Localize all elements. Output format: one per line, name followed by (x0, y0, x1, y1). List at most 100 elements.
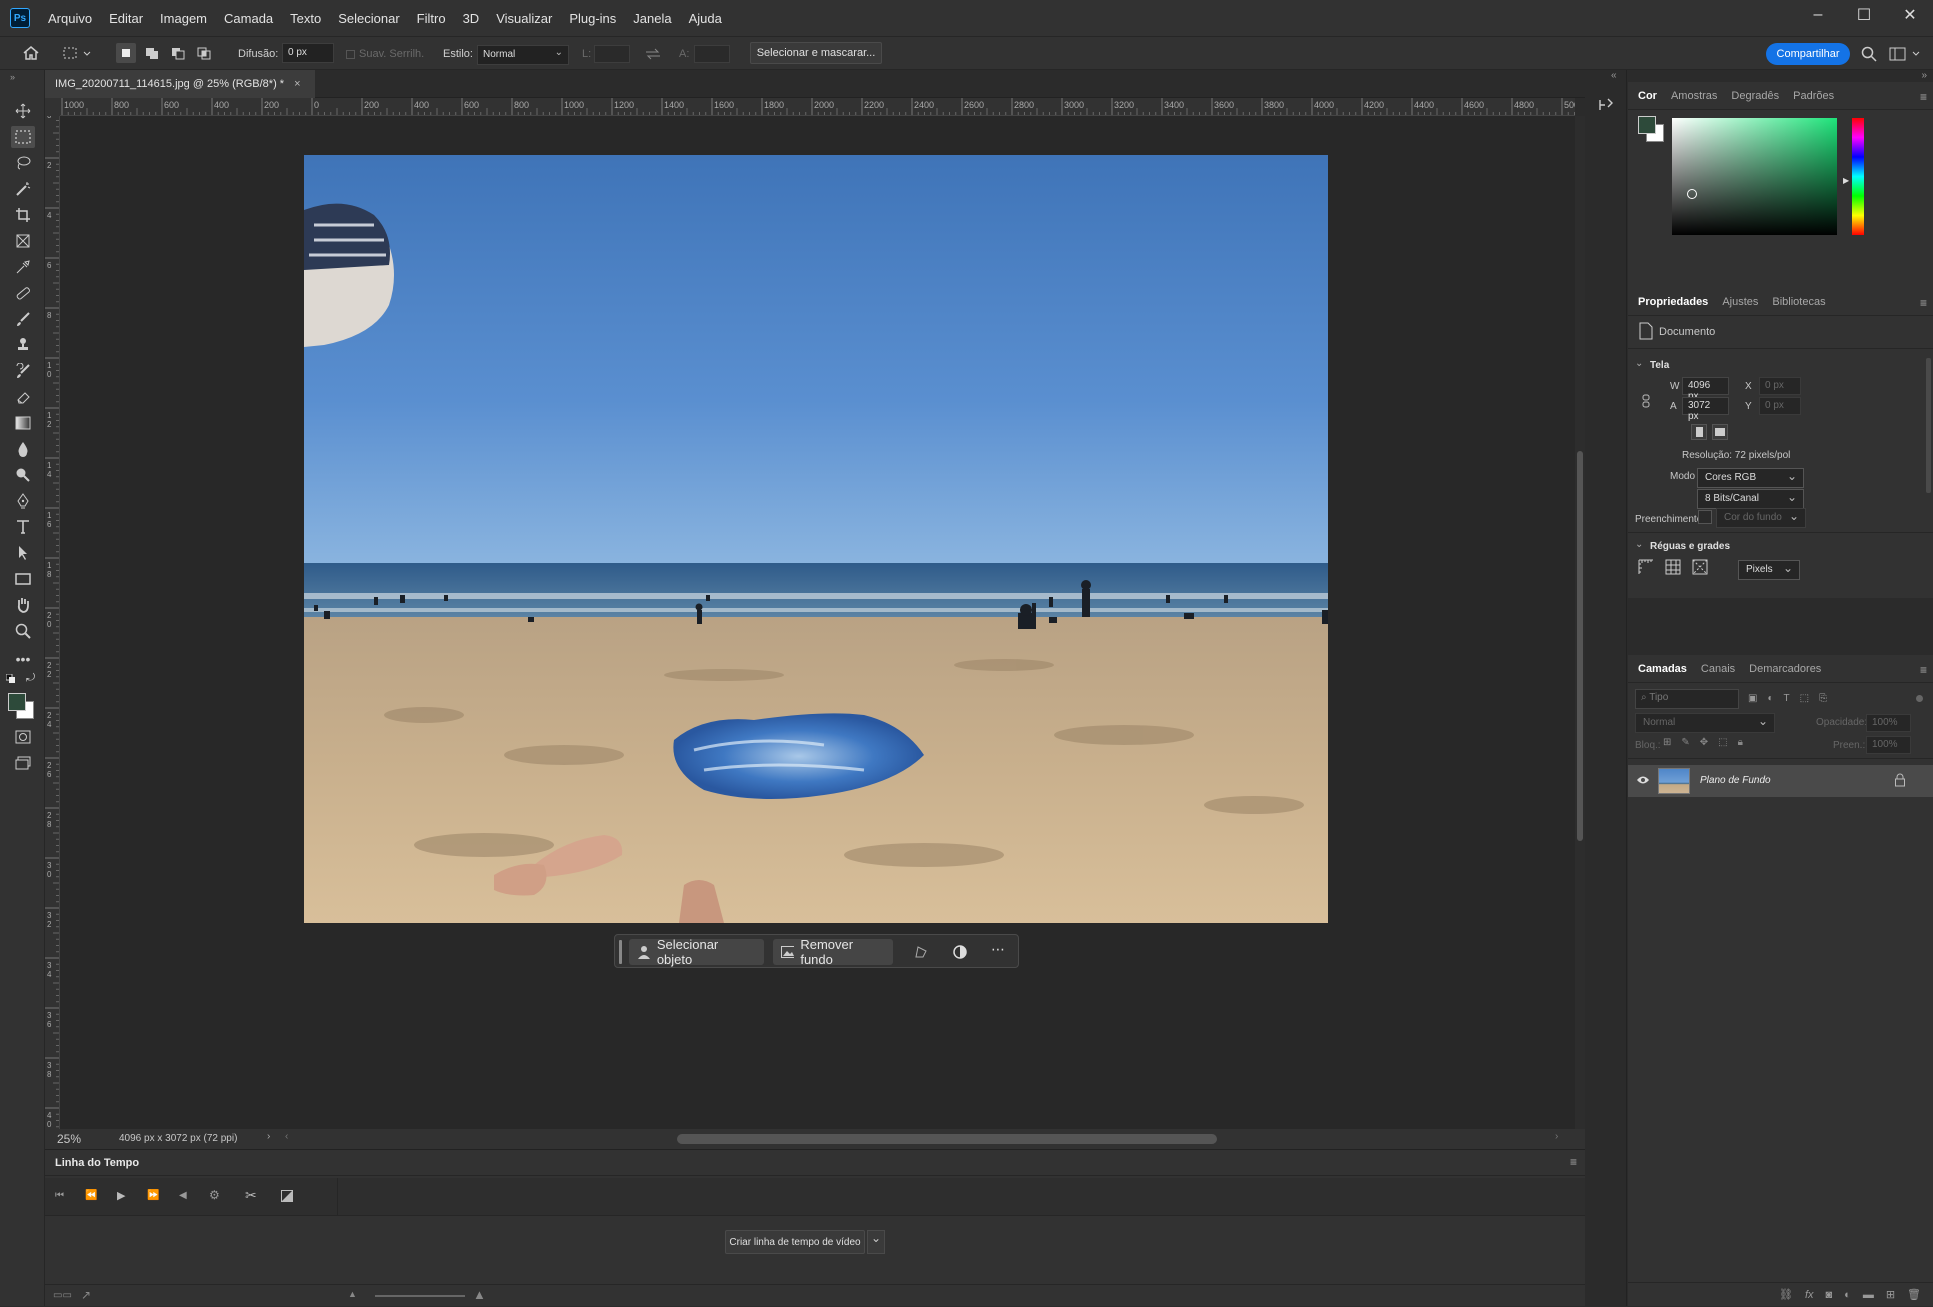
layer-name[interactable]: Plano de Fundo (1700, 775, 1771, 786)
share-button[interactable]: Compartilhar (1766, 43, 1850, 65)
zoom-tool-icon[interactable] (11, 620, 35, 642)
grid-toggle-icon[interactable] (1665, 559, 1681, 575)
history-brush-tool-icon[interactable] (11, 360, 35, 382)
history-panel-icon[interactable] (1597, 96, 1615, 114)
swap-colors-icon[interactable]: ⤾ (26, 672, 35, 685)
ruler-toggle-icon[interactable] (1638, 559, 1654, 575)
menu-editar[interactable]: Editar (109, 11, 143, 26)
filter-toggle-icon[interactable] (1916, 695, 1923, 702)
canvas-section-title[interactable]: Tela (1650, 360, 1669, 371)
landscape-orientation-icon[interactable] (1712, 424, 1728, 440)
crop-tool-icon[interactable] (11, 204, 35, 226)
collapse-toolbar-icon[interactable]: » (10, 72, 15, 82)
horizontal-scroll-thumb[interactable] (677, 1134, 1217, 1144)
properties-menu-icon[interactable]: ≡ (1920, 296, 1927, 310)
menu-ajuda[interactable]: Ajuda (689, 11, 722, 26)
tab-demarcadores[interactable]: Demarcadores (1749, 663, 1821, 675)
foreground-color-chip[interactable] (1638, 116, 1656, 134)
move-tool-icon[interactable] (11, 100, 35, 122)
remove-background-button[interactable]: Remover fundo (773, 937, 893, 967)
foreground-color-swatch[interactable] (8, 693, 26, 711)
drag-handle[interactable] (619, 940, 622, 964)
next-frame-icon[interactable]: ⏩ (147, 1190, 159, 1201)
brush-tool-icon[interactable] (11, 308, 35, 330)
tab-bibliotecas[interactable]: Bibliotecas (1772, 296, 1825, 308)
tab-propriedades[interactable]: Propriedades (1638, 296, 1708, 308)
intersect-selection-icon[interactable] (194, 43, 214, 63)
saturation-brightness-field[interactable] (1672, 118, 1837, 235)
hand-tool-icon[interactable] (11, 594, 35, 616)
lasso-tool-icon[interactable] (11, 152, 35, 174)
tab-degrades[interactable]: Degradês (1731, 90, 1779, 102)
pixel-filter-icon[interactable]: ▣ (1748, 693, 1757, 704)
delete-layer-icon[interactable]: 🗑︎ (1907, 1288, 1921, 1301)
color-panel-menu-icon[interactable]: ≡ (1920, 90, 1927, 104)
portrait-orientation-icon[interactable] (1691, 424, 1707, 440)
lock-artboard-icon[interactable]: ⬚ (1718, 737, 1727, 748)
timeline-menu-icon[interactable]: ≡ (1570, 1155, 1577, 1169)
zoom-in-timeline-icon[interactable]: ▲ (473, 1287, 486, 1302)
transform-icon[interactable] (914, 945, 928, 959)
eyedropper-tool-icon[interactable] (11, 256, 35, 278)
rulers-section-title[interactable]: Réguas e grades (1650, 541, 1730, 552)
quick-mask-icon[interactable] (11, 726, 35, 748)
menu-3d[interactable]: 3D (463, 11, 480, 26)
subtract-selection-icon[interactable] (168, 43, 188, 63)
link-layers-icon[interactable]: ⛓ (1779, 1288, 1793, 1301)
marquee-preset-icon[interactable] (62, 45, 94, 61)
tab-amostras[interactable]: Amostras (1671, 90, 1717, 102)
canvas-y-field[interactable]: 0 px (1759, 397, 1801, 415)
adjustment-filter-icon[interactable]: ◐ (1767, 693, 1773, 704)
layer-row[interactable]: Plano de Fundo (1628, 765, 1933, 797)
close-document-icon[interactable]: × (294, 78, 300, 90)
healing-brush-tool-icon[interactable] (11, 282, 35, 304)
hue-slider[interactable] (1852, 118, 1864, 235)
type-filter-icon[interactable]: T (1784, 693, 1790, 704)
minimize-button[interactable]: – (1795, 0, 1841, 30)
document-image[interactable] (304, 155, 1328, 923)
menu-filtro[interactable]: Filtro (417, 11, 446, 26)
screen-mode-icon[interactable] (11, 752, 35, 774)
guides-toggle-icon[interactable] (1692, 559, 1708, 575)
default-colors-icon[interactable] (6, 674, 16, 684)
magic-wand-tool-icon[interactable] (11, 178, 35, 200)
gradient-tool-icon[interactable] (11, 412, 35, 434)
layers-menu-icon[interactable]: ≡ (1920, 663, 1927, 677)
marquee-tool-icon[interactable] (11, 126, 35, 148)
lock-pixels-icon[interactable]: ✎ (1681, 737, 1689, 748)
menu-janela[interactable]: Janela (633, 11, 671, 26)
status-menu-arrow-icon[interactable]: › (267, 1131, 270, 1142)
zoom-level[interactable]: 25% (57, 1132, 81, 1146)
maximize-button[interactable]: ☐ (1841, 0, 1887, 30)
frame-tool-icon[interactable] (11, 230, 35, 252)
timeline-type-dropdown-icon[interactable]: ⌄ (867, 1230, 885, 1254)
height-input[interactable] (694, 45, 730, 63)
fill-color-swatch[interactable] (1698, 510, 1712, 524)
prev-frame-icon[interactable]: ⏪ (85, 1190, 97, 1201)
settings-gear-icon[interactable]: ⚙ (209, 1188, 220, 1202)
color-picker-cursor[interactable] (1687, 189, 1697, 199)
more-tools-icon[interactable]: ••• (11, 648, 35, 670)
smart-object-filter-icon[interactable]: ⎘ (1819, 693, 1827, 704)
path-selection-tool-icon[interactable] (11, 542, 35, 564)
visibility-eye-icon[interactable] (1636, 775, 1650, 785)
scroll-right-icon[interactable]: › (1555, 1131, 1558, 1142)
type-tool-icon[interactable] (11, 516, 35, 538)
layer-filter-select[interactable]: ⌕ Tipo (1635, 689, 1739, 709)
menu-selecionar[interactable]: Selecionar (338, 11, 399, 26)
shape-filter-icon[interactable]: ⬚ (1800, 693, 1809, 704)
scroll-left-icon[interactable]: ‹ (285, 1131, 288, 1142)
properties-scrollbar[interactable] (1926, 358, 1931, 493)
add-selection-icon[interactable] (142, 43, 162, 63)
search-icon[interactable] (1861, 46, 1877, 62)
home-icon[interactable] (22, 45, 40, 61)
layer-lock-icon[interactable] (1894, 773, 1906, 787)
opacity-field[interactable]: 100% (1866, 714, 1911, 732)
lock-position-icon[interactable]: ✥ (1700, 737, 1708, 748)
clone-stamp-tool-icon[interactable] (11, 334, 35, 356)
workspace-icon[interactable] (1889, 46, 1925, 62)
tab-cor[interactable]: Cor (1638, 90, 1657, 102)
lock-transparent-icon[interactable]: ⊞ (1663, 737, 1671, 748)
width-input[interactable] (594, 45, 630, 63)
collapse-left-icon[interactable]: « (1611, 70, 1617, 81)
